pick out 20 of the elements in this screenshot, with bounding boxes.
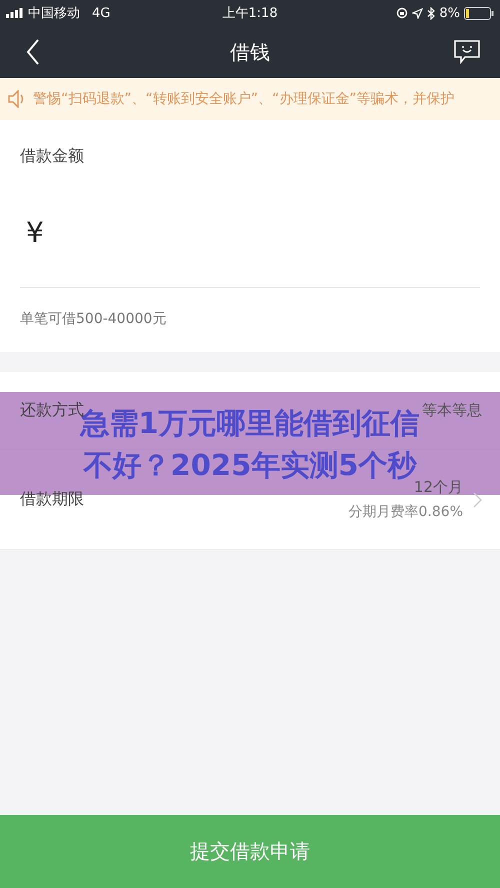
chevron-right-icon xyxy=(473,492,482,508)
row-label: 借款期限 xyxy=(20,489,84,510)
amount-hint: 单笔可借500-40000元 xyxy=(20,310,168,328)
row-value: 等本等息 xyxy=(422,401,482,420)
clock-time: 上午1:18 xyxy=(222,5,278,22)
battery-icon xyxy=(464,6,494,20)
network-type: 4G xyxy=(92,6,110,20)
battery-percent: 8% xyxy=(439,6,460,20)
amount-label: 借款金额 xyxy=(20,146,85,167)
bluetooth-icon xyxy=(427,6,436,20)
carrier-name: 中国移动 xyxy=(28,5,80,22)
signal-icon xyxy=(6,8,24,18)
row-subtext: 分期月费率0.86% xyxy=(348,503,463,521)
notice-text: 警惕“扫码退款”、“转账到安全账户”、“办理保证金”等骗术，并保护 xyxy=(33,90,455,108)
page-title: 借钱 xyxy=(230,38,270,66)
location-arrow-icon xyxy=(412,8,424,18)
row-value: 12个月 xyxy=(414,478,463,497)
rotation-lock-icon xyxy=(396,7,408,19)
currency-symbol: ¥ xyxy=(26,216,44,248)
chat-feedback-button[interactable] xyxy=(452,38,482,66)
